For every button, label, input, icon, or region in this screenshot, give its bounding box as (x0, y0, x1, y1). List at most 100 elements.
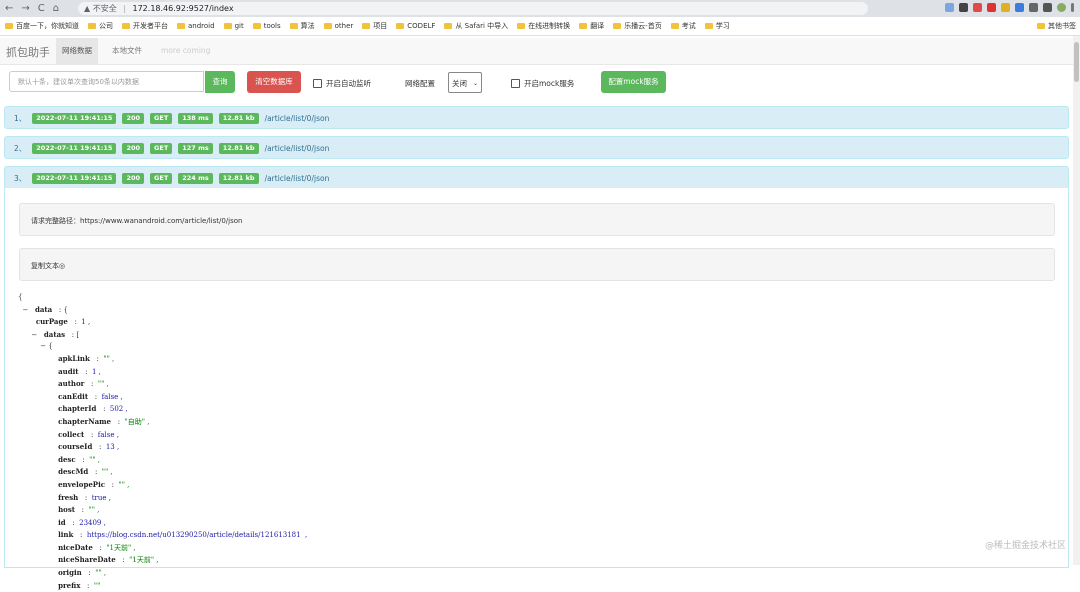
bookmark-item[interactable]: CODELF (396, 17, 435, 35)
back-icon[interactable]: ← (5, 3, 13, 14)
bookmark-item[interactable]: 算法 (289, 17, 315, 35)
folder-icon (252, 23, 261, 29)
folder-icon (177, 23, 185, 29)
security-label: 不安全 (92, 4, 117, 13)
json-value: : [ (71, 330, 80, 339)
network-config-value: 关闭 (452, 79, 467, 88)
request-index: 3、 (14, 174, 27, 183)
extension-icon[interactable] (973, 3, 982, 12)
bookmark-label: 项目 (373, 22, 388, 30)
bookmarks-bar: 百度一下，你就知道 公司 开发者平台 android git tools 算法 other 项目… (0, 17, 1080, 36)
full-path-text: 请求完整路径：https://www.wanandroid.com/articl… (31, 217, 243, 225)
sidebar-icon[interactable] (1043, 3, 1052, 12)
json-bracket[interactable]: − { (40, 342, 53, 350)
json-value: 23409 , (79, 518, 106, 527)
bookmark-item[interactable]: other (323, 17, 353, 35)
folder-icon (579, 23, 588, 29)
request-row[interactable]: 2、 2022-07-11 19:41:15 200 GET 127 ms 12… (4, 136, 1069, 159)
copy-text-well: 复制文本◎ (19, 248, 1055, 281)
clear-database-button[interactable]: 清空数据库 (247, 71, 301, 93)
bookmark-label: 在线进制转换 (528, 22, 571, 30)
extension-icon[interactable] (959, 3, 968, 12)
reload-icon[interactable]: C (38, 3, 45, 14)
home-icon[interactable]: ⌂ (53, 3, 59, 14)
extension-icon[interactable] (987, 3, 996, 12)
json-key: data (35, 304, 53, 314)
menu-icon[interactable] (1071, 3, 1074, 12)
json-key: fresh (58, 492, 79, 502)
forward-icon[interactable]: → (21, 3, 29, 14)
bookmark-label: 乐播云-首页 (624, 22, 662, 30)
json-line: curPage : 1 , (18, 316, 307, 329)
request-row[interactable]: 1、 2022-07-11 19:41:15 200 GET 138 ms 12… (4, 106, 1069, 129)
bookmark-item[interactable]: 百度一下，你就知道 (5, 17, 79, 35)
json-line: envelopePic : "" , (18, 479, 307, 492)
url-text[interactable]: 172.18.46.92:9527/index (133, 4, 234, 13)
request-path[interactable]: /article/list/0/json (265, 114, 330, 123)
bookmark-item[interactable]: git (223, 17, 244, 35)
json-line: chapterId : 502 , (18, 403, 307, 416)
extension-icon[interactable] (1001, 3, 1010, 12)
puzzle-icon[interactable] (1029, 3, 1038, 12)
avatar[interactable] (1057, 3, 1066, 12)
status-badge: 200 (122, 113, 145, 124)
json-value: true , (91, 493, 111, 502)
mock-service-checkbox[interactable]: 开启mock服务 (511, 78, 574, 89)
page-scrollbar[interactable] (1073, 36, 1080, 565)
json-key: audit (58, 366, 79, 376)
tab-network-data[interactable]: 网络数据 (56, 38, 98, 64)
browser-nav-buttons: ← → C ⌂ (5, 3, 59, 14)
app-brand[interactable]: 抓包助手 (6, 44, 50, 60)
request-path[interactable]: /article/list/0/json (265, 144, 330, 153)
extension-icon[interactable] (1015, 3, 1024, 12)
status-badge: 200 (122, 143, 145, 154)
json-value: "1天前" , (129, 556, 159, 565)
bookmark-label: android (188, 22, 215, 30)
query-button[interactable]: 查询 (205, 71, 235, 93)
bookmark-item[interactable]: 开发者平台 (122, 17, 168, 35)
json-line: chapterName : "自助" , (18, 416, 307, 429)
checkbox-icon[interactable] (511, 79, 520, 88)
bookmark-item[interactable]: 乐播云-首页 (613, 17, 662, 35)
network-config-select[interactable]: 关闭 ⌄ (448, 72, 482, 93)
bookmark-item[interactable]: 学习 (704, 17, 730, 35)
bookmark-item[interactable]: 公司 (88, 17, 113, 35)
bookmark-item[interactable]: android (177, 17, 215, 35)
bookmark-item[interactable]: 项目 (362, 17, 387, 35)
json-bracket[interactable]: − (31, 331, 44, 339)
bookmark-item[interactable]: 从 Safari 中导入 (444, 17, 508, 35)
json-line: niceDate : "1天前" , (18, 542, 307, 555)
other-bookmarks[interactable]: 其他书签 (1037, 17, 1076, 35)
json-key: canEdit (58, 391, 89, 401)
bookmark-item[interactable]: 考试 (670, 17, 696, 35)
json-line: courseId : 13 , (18, 441, 307, 454)
bookmark-item[interactable]: tools (252, 17, 281, 35)
search-input[interactable]: 默认十条，建议单次查询50条以内数据 (9, 71, 204, 92)
bookmark-label: git (234, 22, 244, 30)
json-key: courseId (58, 442, 93, 452)
url-field[interactable]: ▲ 不安全 | 172.18.46.92:9527/index (78, 2, 868, 15)
json-bracket[interactable]: − (22, 306, 35, 314)
request-path[interactable]: /article/list/0/json (265, 174, 330, 183)
folder-icon (670, 23, 679, 29)
auto-listen-checkbox[interactable]: 开启自动监听 (313, 78, 371, 89)
extension-icon[interactable] (945, 3, 954, 12)
bookmark-item[interactable]: 在线进制转换 (517, 17, 570, 35)
config-mock-button[interactable]: 配置mock服务 (601, 71, 666, 93)
full-path-well: 请求完整路径：https://www.wanandroid.com/articl… (19, 203, 1055, 236)
json-line: niceShareDate : "1天前" , (18, 554, 307, 567)
request-row-expanded[interactable]: 3、 2022-07-11 19:41:15 200 GET 224 ms 12… (4, 166, 1069, 189)
bookmark-item[interactable]: 翻译 (579, 17, 604, 35)
scrollbar-thumb[interactable] (1074, 42, 1079, 82)
copy-text-button[interactable]: 复制文本◎ (31, 261, 65, 271)
json-key: niceShareDate (58, 555, 116, 565)
tab-local-files[interactable]: 本地文件 (106, 38, 148, 64)
bookmark-label: 公司 (99, 22, 113, 30)
checkbox-icon[interactable] (313, 79, 322, 88)
